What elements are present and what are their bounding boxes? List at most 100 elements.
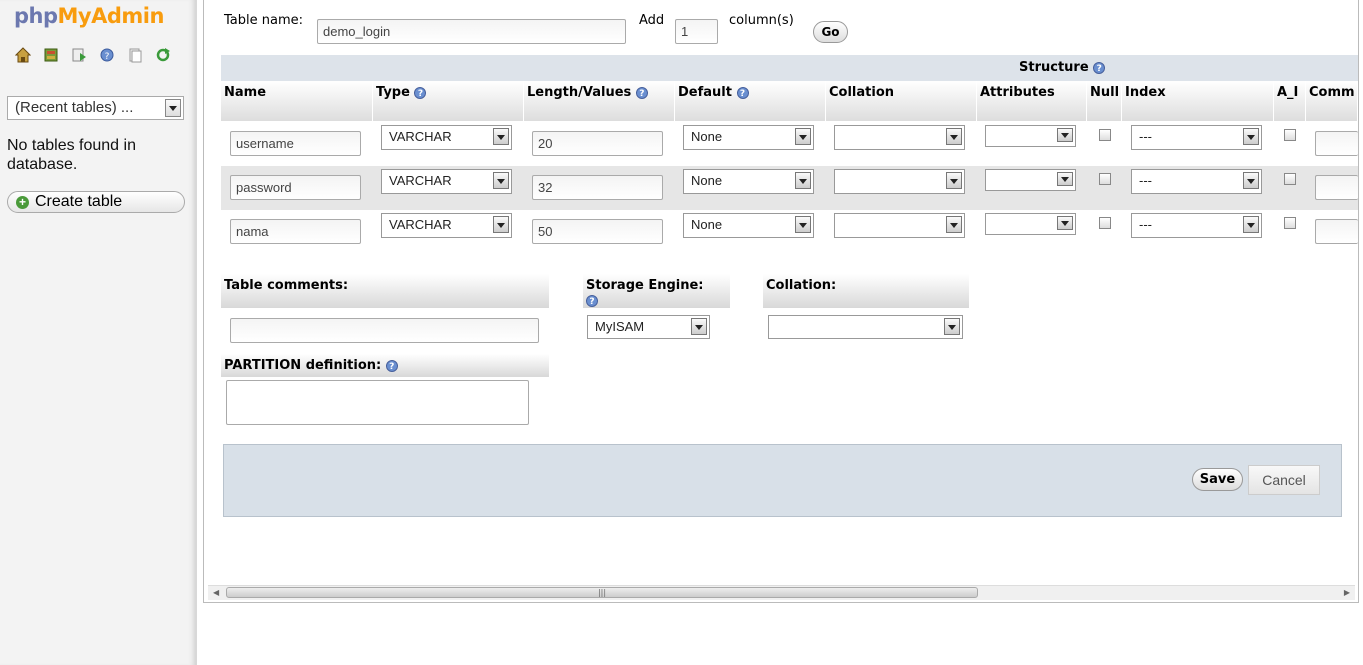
column-collation-select[interactable]	[834, 125, 965, 150]
horizontal-scrollbar[interactable]: ◀ ||| ▶	[208, 585, 1355, 600]
column-index-select[interactable]: ---	[1131, 169, 1262, 194]
nav-icon-bar: ?	[14, 46, 172, 64]
chevron-down-icon	[493, 216, 509, 233]
auto-increment-checkbox[interactable]	[1284, 173, 1296, 185]
chevron-down-icon	[944, 318, 960, 335]
documentation-icon[interactable]	[126, 46, 144, 64]
chevron-down-icon	[165, 99, 181, 117]
collation-header: Collation:	[763, 274, 969, 308]
table-comments-header: Table comments:	[221, 274, 549, 308]
partition-header: PARTITION definition: ?	[221, 354, 549, 377]
reload-icon[interactable]	[154, 46, 172, 64]
column-index-select[interactable]: ---	[1131, 213, 1262, 238]
help-icon[interactable]: ?	[1093, 61, 1106, 74]
header-length-values: Length/Values ?	[524, 81, 675, 121]
column-attributes-select[interactable]	[985, 213, 1076, 235]
column-default-select[interactable]: None	[683, 125, 814, 150]
column-type-select[interactable]: VARCHAR	[381, 213, 512, 238]
add-label: Add	[639, 13, 665, 28]
column-name-input[interactable]: username	[230, 131, 361, 156]
create-table-button[interactable]: + Create table	[7, 191, 185, 213]
null-checkbox[interactable]	[1099, 129, 1111, 141]
chevron-down-icon	[946, 216, 962, 233]
header-name: Name	[221, 81, 373, 121]
column-attributes-select[interactable]	[985, 125, 1076, 147]
column-comment-input[interactable]	[1315, 131, 1358, 156]
column-length-input[interactable]: 32	[532, 175, 663, 200]
add-columns-input[interactable]: 1	[675, 19, 718, 44]
chevron-down-icon	[493, 172, 509, 189]
column-length-input[interactable]: 50	[532, 219, 663, 244]
help-icon[interactable]: ?	[385, 359, 398, 372]
column-name-input[interactable]: nama	[230, 219, 361, 244]
help-icon[interactable]: ?	[586, 294, 598, 307]
database-icon[interactable]	[42, 46, 60, 64]
column-collation-select[interactable]	[834, 213, 965, 238]
chevron-down-icon	[946, 128, 962, 145]
scroll-left-icon[interactable]: ◀	[213, 588, 219, 597]
table-comments-input[interactable]	[230, 318, 539, 343]
storage-engine-select[interactable]: MyISAM	[587, 315, 710, 339]
column-collation-select[interactable]	[834, 169, 965, 194]
column-index-select[interactable]: ---	[1131, 125, 1262, 150]
chevron-down-icon	[795, 128, 811, 145]
navigation-sidebar: phpMyAdmin ? (Recent tables) ... No tabl…	[0, 0, 197, 665]
chevron-down-icon	[1243, 216, 1259, 233]
table-collation-select[interactable]	[768, 315, 963, 339]
phpmyadmin-logo[interactable]: phpMyAdmin	[14, 4, 164, 28]
help-icon[interactable]: ?	[98, 46, 116, 64]
chevron-down-icon	[946, 172, 962, 189]
form-actions-panel: Save Cancel	[223, 444, 1342, 517]
header-index: Index	[1122, 81, 1274, 121]
auto-increment-checkbox[interactable]	[1284, 129, 1296, 141]
home-icon[interactable]	[14, 46, 32, 64]
chevron-down-icon	[795, 216, 811, 233]
column-type-select[interactable]: VARCHAR	[381, 169, 512, 194]
header-type: Type ?	[373, 81, 524, 121]
recent-tables-select[interactable]: (Recent tables) ...	[7, 96, 184, 120]
plus-icon: +	[16, 196, 29, 209]
table-name-input[interactable]: demo_login	[317, 19, 626, 44]
chevron-down-icon	[493, 128, 509, 145]
column-name-input[interactable]: password	[230, 175, 361, 200]
columns-label: column(s)	[729, 13, 794, 28]
chevron-down-icon	[691, 318, 707, 335]
partition-textarea[interactable]	[226, 380, 529, 425]
help-icon[interactable]: ?	[414, 86, 427, 99]
header-attributes: Attributes	[977, 81, 1087, 121]
save-button[interactable]: Save	[1192, 468, 1243, 491]
auto-increment-checkbox[interactable]	[1284, 217, 1296, 229]
column-attributes-select[interactable]	[985, 169, 1076, 191]
header-null: Null	[1087, 81, 1122, 121]
chevron-down-icon	[1057, 128, 1073, 142]
header-comments: Comm	[1306, 81, 1358, 121]
chevron-down-icon	[1057, 216, 1073, 230]
scrollbar-thumb[interactable]: |||	[226, 587, 978, 598]
svg-text:?: ?	[105, 52, 110, 62]
column-default-select[interactable]: None	[683, 213, 814, 238]
header-ai: A_I	[1274, 81, 1306, 121]
cancel-button[interactable]: Cancel	[1248, 465, 1320, 495]
table-name-label: Table name:	[224, 13, 303, 28]
no-tables-message: No tables found in database.	[7, 137, 136, 173]
column-type-select[interactable]: VARCHAR	[381, 125, 512, 150]
go-button[interactable]: Go	[813, 21, 848, 43]
header-default: Default ?	[675, 81, 826, 121]
null-checkbox[interactable]	[1099, 217, 1111, 229]
help-icon[interactable]: ?	[736, 86, 749, 99]
column-length-input[interactable]: 20	[532, 131, 663, 156]
create-table-form: Table name: demo_login Add 1 column(s) G…	[203, 0, 1359, 603]
structure-label: Structure ?	[1019, 60, 1106, 75]
column-comment-input[interactable]	[1315, 175, 1358, 200]
header-collation: Collation	[826, 81, 977, 121]
sql-icon[interactable]	[70, 46, 88, 64]
column-comment-input[interactable]	[1315, 219, 1358, 244]
chevron-down-icon	[1243, 128, 1259, 145]
column-default-select[interactable]: None	[683, 169, 814, 194]
help-icon[interactable]: ?	[635, 86, 648, 99]
storage-engine-header: Storage Engine:?	[583, 274, 730, 308]
null-checkbox[interactable]	[1099, 173, 1111, 185]
chevron-down-icon	[1243, 172, 1259, 189]
chevron-down-icon	[795, 172, 811, 189]
scroll-right-icon[interactable]: ▶	[1344, 588, 1350, 597]
